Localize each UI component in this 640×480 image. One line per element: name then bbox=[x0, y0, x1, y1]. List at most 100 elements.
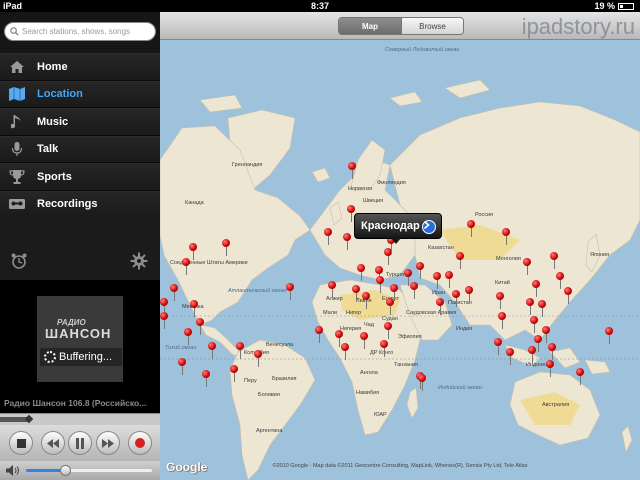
station-pin[interactable] bbox=[222, 239, 230, 257]
stop-icon bbox=[16, 438, 26, 448]
tab-browse[interactable]: Browse bbox=[401, 18, 463, 34]
station-pin[interactable] bbox=[523, 258, 531, 276]
battery-percent: 19 % bbox=[594, 1, 615, 11]
station-pin[interactable] bbox=[556, 272, 564, 290]
station-pin[interactable] bbox=[202, 370, 210, 388]
status-time: 8:37 bbox=[310, 1, 329, 11]
station-pin[interactable] bbox=[170, 284, 178, 302]
station-pin[interactable] bbox=[538, 300, 546, 318]
pause-button[interactable] bbox=[68, 431, 92, 455]
station-pin[interactable] bbox=[376, 276, 384, 294]
station-pin[interactable] bbox=[433, 272, 441, 290]
station-pin[interactable] bbox=[386, 298, 394, 316]
station-pin[interactable] bbox=[445, 271, 453, 289]
next-button[interactable] bbox=[96, 431, 120, 455]
volume-slider[interactable] bbox=[26, 465, 152, 476]
playback-progress-bar[interactable] bbox=[0, 413, 160, 425]
station-pin[interactable] bbox=[564, 287, 572, 305]
station-pin[interactable] bbox=[526, 298, 534, 316]
station-pin[interactable] bbox=[189, 243, 197, 261]
station-pin[interactable] bbox=[230, 365, 238, 383]
sidebar-item-home[interactable]: Home bbox=[0, 53, 160, 81]
station-pin[interactable] bbox=[184, 328, 192, 346]
station-pin[interactable] bbox=[352, 285, 360, 303]
station-pin[interactable] bbox=[528, 346, 536, 364]
station-pin[interactable] bbox=[576, 368, 584, 386]
sidebar-item-label: Sports bbox=[37, 170, 72, 183]
sidebar-item-talk[interactable]: Talk bbox=[0, 135, 160, 163]
spinner-icon bbox=[44, 351, 56, 363]
station-pin[interactable] bbox=[418, 374, 426, 392]
station-pin[interactable] bbox=[196, 318, 204, 336]
station-pin[interactable] bbox=[178, 358, 186, 376]
station-artwork[interactable]: РАДИО ШАНСОН Buffering... bbox=[37, 296, 123, 382]
stop-button[interactable] bbox=[9, 431, 33, 455]
station-pin[interactable] bbox=[532, 280, 540, 298]
station-pin[interactable] bbox=[324, 228, 332, 246]
map-label: Австралия bbox=[542, 402, 570, 408]
station-pin[interactable] bbox=[498, 312, 506, 330]
sidebar-item-recordings[interactable]: Recordings bbox=[0, 190, 160, 218]
station-pin[interactable] bbox=[416, 262, 424, 280]
station-pin[interactable] bbox=[410, 282, 418, 300]
sidebar-item-music[interactable]: Music bbox=[0, 108, 160, 136]
map-label: Финляндия bbox=[377, 180, 406, 186]
gear-icon[interactable] bbox=[130, 252, 148, 275]
fast-forward-icon bbox=[102, 438, 114, 448]
sidebar-item-sports[interactable]: Sports bbox=[0, 163, 160, 191]
station-pin[interactable] bbox=[494, 338, 502, 356]
world-map[interactable]: Северный Ледовитый океан Гренландия Росс… bbox=[160, 40, 640, 480]
station-pin[interactable] bbox=[182, 258, 190, 276]
station-pin[interactable] bbox=[384, 322, 392, 340]
city-callout[interactable]: Краснодар bbox=[354, 213, 442, 244]
station-pin[interactable] bbox=[286, 283, 294, 301]
volume-knob[interactable] bbox=[60, 465, 72, 476]
map-label: Канада bbox=[185, 200, 204, 206]
station-pin[interactable] bbox=[328, 281, 336, 299]
alarm-clock-icon[interactable] bbox=[10, 252, 28, 275]
station-pin[interactable] bbox=[160, 312, 168, 330]
station-pin[interactable] bbox=[605, 327, 613, 345]
search-input[interactable] bbox=[22, 27, 152, 36]
station-pin[interactable] bbox=[357, 264, 365, 282]
station-pin[interactable] bbox=[467, 220, 475, 238]
artwork-logo-line2: ШАНСОН bbox=[45, 326, 112, 341]
sidebar-item-label: Location bbox=[37, 88, 83, 101]
chevron-right-icon[interactable] bbox=[422, 220, 436, 234]
trophy-icon bbox=[7, 169, 27, 185]
station-pin[interactable] bbox=[465, 286, 473, 304]
station-pin[interactable] bbox=[343, 233, 351, 251]
station-pin[interactable] bbox=[341, 343, 349, 361]
station-pin[interactable] bbox=[190, 300, 198, 318]
station-pin[interactable] bbox=[236, 342, 244, 360]
tab-map[interactable]: Map bbox=[339, 18, 401, 34]
map-label: Саудовская Аравия bbox=[406, 310, 457, 316]
microphone-icon bbox=[7, 141, 27, 157]
search-bar[interactable] bbox=[4, 22, 156, 41]
station-pin[interactable] bbox=[548, 343, 556, 361]
station-pin[interactable] bbox=[348, 162, 356, 180]
station-pin[interactable] bbox=[380, 340, 388, 358]
google-logo: Google bbox=[166, 460, 208, 474]
speaker-icon bbox=[6, 465, 19, 476]
station-pin[interactable] bbox=[208, 342, 216, 360]
record-button[interactable] bbox=[128, 431, 152, 455]
station-pin[interactable] bbox=[502, 228, 510, 246]
station-pin[interactable] bbox=[436, 298, 444, 316]
station-pin[interactable] bbox=[362, 292, 370, 310]
station-pin[interactable] bbox=[315, 326, 323, 344]
station-pin[interactable] bbox=[550, 252, 558, 270]
station-pin[interactable] bbox=[506, 348, 514, 366]
battery-icon bbox=[618, 2, 634, 10]
station-pin[interactable] bbox=[496, 292, 504, 310]
sidebar-item-location[interactable]: Location bbox=[0, 80, 160, 108]
previous-button[interactable] bbox=[41, 431, 65, 455]
station-pin[interactable] bbox=[546, 360, 554, 378]
map-label: Перу bbox=[244, 378, 257, 384]
station-pin[interactable] bbox=[452, 290, 460, 308]
station-pin[interactable] bbox=[530, 316, 538, 334]
station-pin[interactable] bbox=[542, 326, 550, 344]
station-pin[interactable] bbox=[254, 350, 262, 368]
station-pin[interactable] bbox=[360, 332, 368, 350]
station-pin[interactable] bbox=[456, 252, 464, 270]
